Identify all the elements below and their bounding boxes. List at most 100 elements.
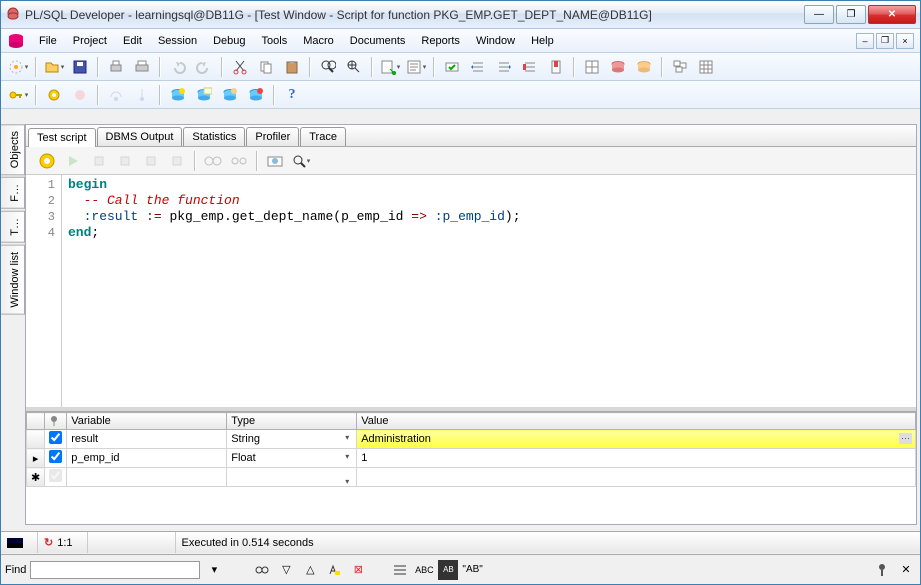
sidebar-tab-windowlist[interactable]: Window list (1, 245, 25, 315)
find-input[interactable] (30, 561, 200, 579)
menu-tools[interactable]: Tools (254, 33, 296, 49)
statusbar: ↻ 1:1 Executed in 0.514 seconds (1, 531, 920, 553)
glasses-button[interactable] (201, 150, 225, 172)
tab-profiler[interactable]: Profiler (246, 127, 299, 146)
indent-button[interactable] (466, 56, 490, 78)
new-button[interactable]: ▾ (6, 56, 30, 78)
menu-debug[interactable]: Debug (205, 33, 253, 49)
menu-edit[interactable]: Edit (115, 33, 150, 49)
close-button[interactable]: ✕ (868, 5, 916, 24)
find-opt-abc-box[interactable]: AB (438, 560, 458, 580)
key-button[interactable]: ▾ (6, 84, 30, 106)
var-row-new[interactable]: ✱ ▾ (27, 468, 916, 487)
refresh-icon[interactable]: ↻ (44, 536, 53, 549)
window-list-button[interactable] (668, 56, 692, 78)
tab-testscript[interactable]: Test script (28, 128, 96, 147)
undo-button[interactable] (166, 56, 190, 78)
copy-button[interactable] (254, 56, 278, 78)
col-type[interactable]: Type (227, 413, 357, 430)
print-button[interactable] (104, 56, 128, 78)
debug-step4-button[interactable] (165, 150, 189, 172)
var-checkbox[interactable] (49, 450, 62, 463)
help-button[interactable]: ? (280, 84, 304, 106)
sidebar-tab-objects[interactable]: Objects (1, 124, 25, 175)
tab-statistics[interactable]: Statistics (183, 127, 245, 146)
explain-button[interactable]: ▾ (404, 56, 428, 78)
grid-button[interactable] (694, 56, 718, 78)
debug-step3-button[interactable] (139, 150, 163, 172)
menu-reports[interactable]: Reports (413, 33, 468, 49)
variables-grid[interactable]: Variable Type Value result String▾ Admin… (26, 412, 916, 487)
comment-button[interactable] (518, 56, 542, 78)
col-value[interactable]: Value (357, 413, 916, 430)
col-variable[interactable]: Variable (67, 413, 227, 430)
find-close-icon[interactable]: ⊠ (348, 560, 368, 580)
var-checkbox[interactable] (49, 431, 62, 444)
bookmark-button[interactable] (544, 56, 568, 78)
tab-trace[interactable]: Trace (300, 127, 346, 146)
cut-button[interactable] (228, 56, 252, 78)
glasses2-button[interactable] (227, 150, 251, 172)
step-over-button[interactable] (104, 84, 128, 106)
find-x-icon[interactable]: ✕ (896, 560, 916, 580)
db-yellow-button[interactable] (166, 84, 190, 106)
find-opt-list-icon[interactable] (390, 560, 410, 580)
menu-project[interactable]: Project (65, 33, 115, 49)
db-red-button[interactable] (244, 84, 268, 106)
open-button[interactable]: ▾ (42, 56, 66, 78)
mdi-minimize-button[interactable]: – (856, 33, 874, 49)
menu-file[interactable]: File (31, 33, 65, 49)
menu-documents[interactable]: Documents (342, 33, 414, 49)
col-pin[interactable] (45, 413, 67, 430)
menubar: File Project Edit Session Debug Tools Ma… (1, 29, 920, 53)
zoom-button[interactable]: ▾ (289, 150, 313, 172)
replace-button[interactable] (342, 56, 366, 78)
find-pin-icon[interactable] (872, 560, 892, 580)
db-plus-button[interactable] (218, 84, 242, 106)
var-checkbox (49, 469, 62, 482)
tool1-button[interactable] (606, 56, 630, 78)
findbar: Find ▾ ▽ △ ⊠ ABC AB "AB" ✕ (1, 554, 920, 584)
find-next-icon[interactable]: △ (300, 560, 320, 580)
outdent-button[interactable] (492, 56, 516, 78)
run-test-button[interactable] (35, 150, 59, 172)
minimize-button[interactable]: — (804, 5, 834, 24)
commit-button[interactable] (440, 56, 464, 78)
redo-button[interactable] (192, 56, 216, 78)
find-dropdown[interactable]: ▾ (204, 560, 224, 580)
breakpoint-toggle-button[interactable] (68, 84, 92, 106)
menu-session[interactable]: Session (150, 33, 205, 49)
db-sql-button[interactable] (192, 84, 216, 106)
step-into-button[interactable] (130, 84, 154, 106)
tab-dbmsoutput[interactable]: DBMS Output (97, 127, 183, 146)
mdi-restore-button[interactable]: ❐ (876, 33, 894, 49)
find-highlight-icon[interactable] (324, 560, 344, 580)
debug-step1-button[interactable] (87, 150, 111, 172)
save-button[interactable] (68, 56, 92, 78)
print-setup-button[interactable] (130, 56, 154, 78)
photo-button[interactable] (263, 150, 287, 172)
code-editor[interactable]: begin -- Call the function :result := pk… (62, 175, 916, 407)
find-binoculars-icon[interactable] (252, 560, 272, 580)
find-opt-abc[interactable]: ABC (414, 560, 434, 580)
find-button[interactable] (316, 56, 340, 78)
mdi-close-button[interactable]: × (896, 33, 914, 49)
maximize-button[interactable]: ❐ (836, 5, 866, 24)
debug-step2-button[interactable] (113, 150, 137, 172)
gear-button[interactable] (42, 84, 66, 106)
find-prev-icon[interactable]: ▽ (276, 560, 296, 580)
tool2-button[interactable] (632, 56, 656, 78)
play-button[interactable] (61, 150, 85, 172)
browser-button[interactable] (580, 56, 604, 78)
var-row[interactable]: ▸ p_emp_id Float▾ 1 (27, 449, 916, 468)
var-row[interactable]: result String▾ Administration⋯ (27, 430, 916, 449)
menu-macro[interactable]: Macro (295, 33, 342, 49)
execute-button[interactable]: ▾ (378, 56, 402, 78)
find-opt-ab[interactable]: "AB" (462, 560, 482, 580)
menu-window[interactable]: Window (468, 33, 523, 49)
sidebar-tab-files[interactable]: F… (1, 177, 25, 209)
sidebar-tab-t[interactable]: T… (1, 211, 25, 243)
paste-button[interactable] (280, 56, 304, 78)
menu-help[interactable]: Help (523, 33, 562, 49)
ellipsis-button[interactable]: ⋯ (899, 433, 912, 444)
